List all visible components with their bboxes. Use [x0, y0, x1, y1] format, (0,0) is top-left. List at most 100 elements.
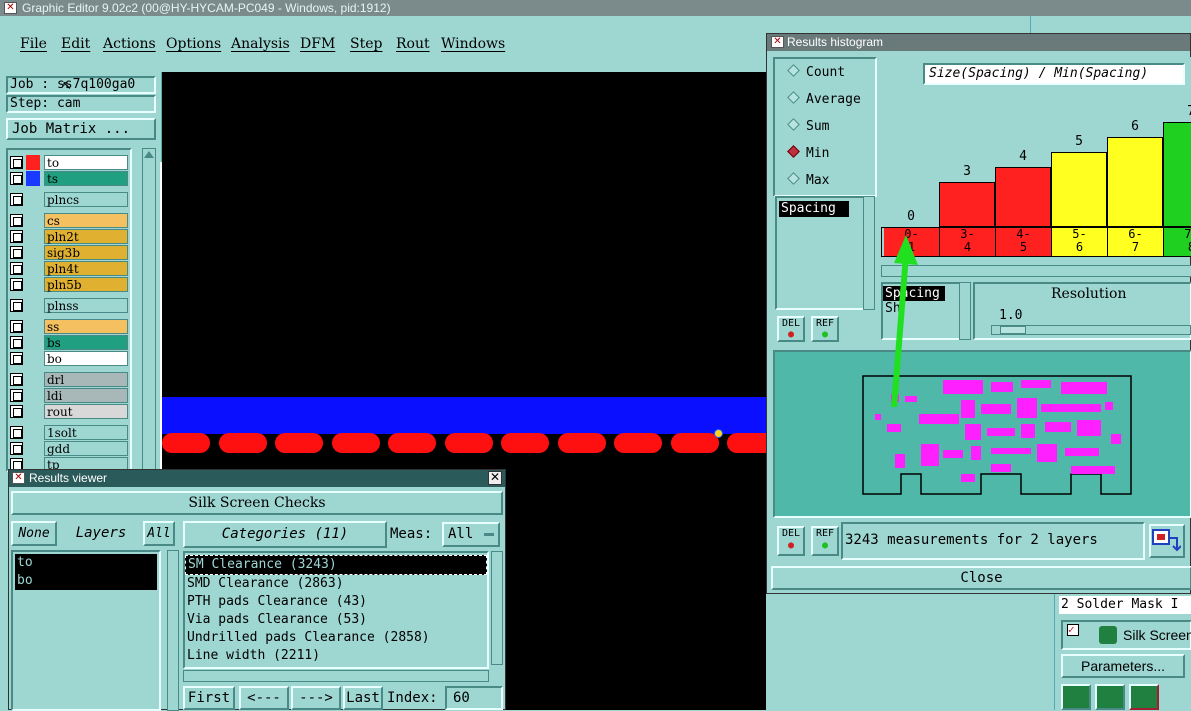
layer-name[interactable]: ldi — [44, 388, 128, 403]
del-button[interactable]: DEL ● — [777, 316, 805, 342]
histogram-bin[interactable]: 3- 4 — [940, 228, 996, 256]
attribute-item[interactable]: Spacing — [779, 201, 849, 217]
layer-row-cs[interactable]: cs — [10, 213, 128, 228]
histogram-bar[interactable] — [1051, 152, 1107, 227]
layer-row-rout[interactable]: rout — [10, 404, 128, 419]
silk-screen-checks-header[interactable]: Silk Screen Checks — [11, 491, 503, 515]
selected-attr-scrollbar[interactable] — [959, 282, 971, 340]
layer-checkbox[interactable] — [10, 405, 23, 418]
next-button[interactable]: ---> — [291, 686, 341, 710]
meas-dropdown[interactable]: All — [442, 522, 500, 547]
histogram-bin[interactable]: 5- 6 — [1052, 228, 1108, 256]
histogram-bins[interactable]: 0-13-44-55-66-77-8 — [881, 227, 1191, 257]
layer-checkbox[interactable] — [10, 373, 23, 386]
layer-row-1solt[interactable]: 1solt — [10, 425, 128, 440]
layer-row-pln2t[interactable]: pln2t — [10, 229, 128, 244]
layer-row-ss[interactable]: ss — [10, 319, 128, 334]
layer-row-gdd[interactable]: gdd — [10, 441, 128, 456]
silk-screen-row[interactable]: ✓ Silk Screen — [1061, 620, 1191, 650]
layer-row-ts[interactable]: ts — [10, 171, 128, 186]
menu-file[interactable]: File — [20, 36, 47, 52]
layer-name[interactable]: pln4t — [44, 261, 128, 276]
layer-name[interactable]: ts — [44, 171, 128, 186]
radio-average[interactable]: Average — [787, 91, 861, 107]
layer-name[interactable]: drl — [44, 372, 128, 387]
layer-row-drl[interactable]: drl — [10, 372, 128, 387]
results-layer-scrollbar[interactable] — [167, 550, 179, 711]
categories-hscroll[interactable] — [183, 670, 489, 682]
layer-checkbox[interactable] — [10, 389, 23, 402]
ref-button-2[interactable]: REF ● — [811, 526, 839, 556]
category-item[interactable]: Undrilled pads Clearance (2858) — [185, 629, 487, 647]
layer-checkbox[interactable] — [10, 156, 23, 169]
radio-max[interactable]: Max — [787, 172, 829, 188]
menu-step[interactable]: Step — [350, 36, 382, 52]
histogram-bar[interactable] — [1107, 137, 1163, 227]
layer-name[interactable]: bo — [44, 351, 128, 366]
layer-checkbox[interactable] — [10, 193, 23, 206]
category-item[interactable]: Via pads Clearance (53) — [185, 611, 487, 629]
layer-name[interactable]: cs — [44, 213, 128, 228]
histogram-titlebar[interactable]: ✕ Results histogram — [767, 34, 1190, 51]
radio-sum[interactable]: Sum — [787, 118, 829, 134]
layer-checkbox[interactable] — [10, 320, 23, 333]
results-layer-item[interactable]: bo — [15, 572, 157, 590]
layer-row-plnss[interactable]: plnss — [10, 298, 128, 313]
category-item[interactable]: Line width (2211) — [185, 647, 487, 665]
scroll-up-icon[interactable] — [144, 151, 154, 158]
resolution-slider[interactable] — [991, 325, 1191, 335]
solder-mask-row[interactable]: 2 Solder Mask I — [1059, 596, 1191, 614]
layer-row-to[interactable]: to — [10, 155, 128, 170]
layer-list-scrollbar[interactable] — [142, 148, 156, 472]
category-item-selected[interactable]: SM Clearance (3243) — [185, 555, 487, 575]
layer-checkbox[interactable] — [10, 442, 23, 455]
all-button[interactable]: All — [143, 521, 175, 546]
layer-name[interactable]: pln2t — [44, 229, 128, 244]
layer-name[interactable]: rout — [44, 404, 128, 419]
parameters-button[interactable]: Parameters... — [1061, 654, 1185, 678]
histogram-bar[interactable] — [939, 182, 995, 227]
categories-button[interactable]: Categories (11) — [183, 521, 387, 548]
board-preview[interactable] — [773, 350, 1191, 518]
layer-checkbox[interactable] — [10, 246, 23, 259]
category-item[interactable]: PTH pads Clearance (43) — [185, 593, 487, 611]
ref-button[interactable]: REF ● — [811, 316, 839, 342]
close-icon[interactable]: ✕ — [488, 471, 502, 485]
close-button[interactable]: Close — [771, 566, 1191, 590]
histogram-bin[interactable]: 7-8 — [1164, 228, 1191, 256]
layer-row-plncs[interactable]: plncs — [10, 192, 128, 207]
measure-tool-button[interactable] — [1149, 524, 1185, 558]
first-button[interactable]: First — [183, 686, 235, 710]
menu-actions[interactable]: Actions — [103, 36, 156, 52]
histogram-bin[interactable]: 4- 5 — [996, 228, 1052, 256]
layer-checkbox[interactable] — [10, 352, 23, 365]
results-layer-item[interactable]: to — [15, 554, 157, 572]
histogram-hscroll[interactable] — [881, 265, 1191, 277]
layer-checkbox[interactable] — [10, 230, 23, 243]
none-button[interactable]: None — [11, 521, 57, 546]
menu-edit[interactable]: Edit — [61, 36, 90, 52]
layer-checkbox[interactable] — [10, 262, 23, 275]
layer-row-sig3b[interactable]: sig3b — [10, 245, 128, 260]
categories-vscroll[interactable] — [491, 551, 503, 665]
layer-name[interactable]: pln5b — [44, 277, 128, 292]
attribute-scrollbar[interactable] — [863, 196, 875, 310]
menu-windows[interactable]: Windows — [441, 36, 505, 52]
layer-name[interactable]: plncs — [44, 192, 128, 207]
menu-options[interactable]: Options — [166, 36, 221, 52]
layer-checkbox[interactable] — [10, 299, 23, 312]
layer-name[interactable]: ss — [44, 319, 128, 334]
layer-name[interactable]: to — [44, 155, 128, 170]
check-icon[interactable]: ✓ — [1067, 624, 1079, 636]
layer-checkbox[interactable] — [10, 426, 23, 439]
layer-name[interactable]: 1solt — [44, 425, 128, 440]
layer-row-bs[interactable]: bs — [10, 335, 128, 350]
category-item[interactable]: SMD Clearance (2863) — [185, 575, 487, 593]
slider-thumb[interactable] — [1000, 326, 1026, 334]
histogram-bar[interactable] — [995, 167, 1051, 227]
prev-button[interactable]: <--- — [239, 686, 289, 710]
histogram-bar[interactable] — [1163, 122, 1191, 227]
layer-name[interactable]: sig3b — [44, 245, 128, 260]
last-button[interactable]: Last — [343, 686, 383, 710]
menu-analysis[interactable]: Analysis — [231, 36, 290, 52]
